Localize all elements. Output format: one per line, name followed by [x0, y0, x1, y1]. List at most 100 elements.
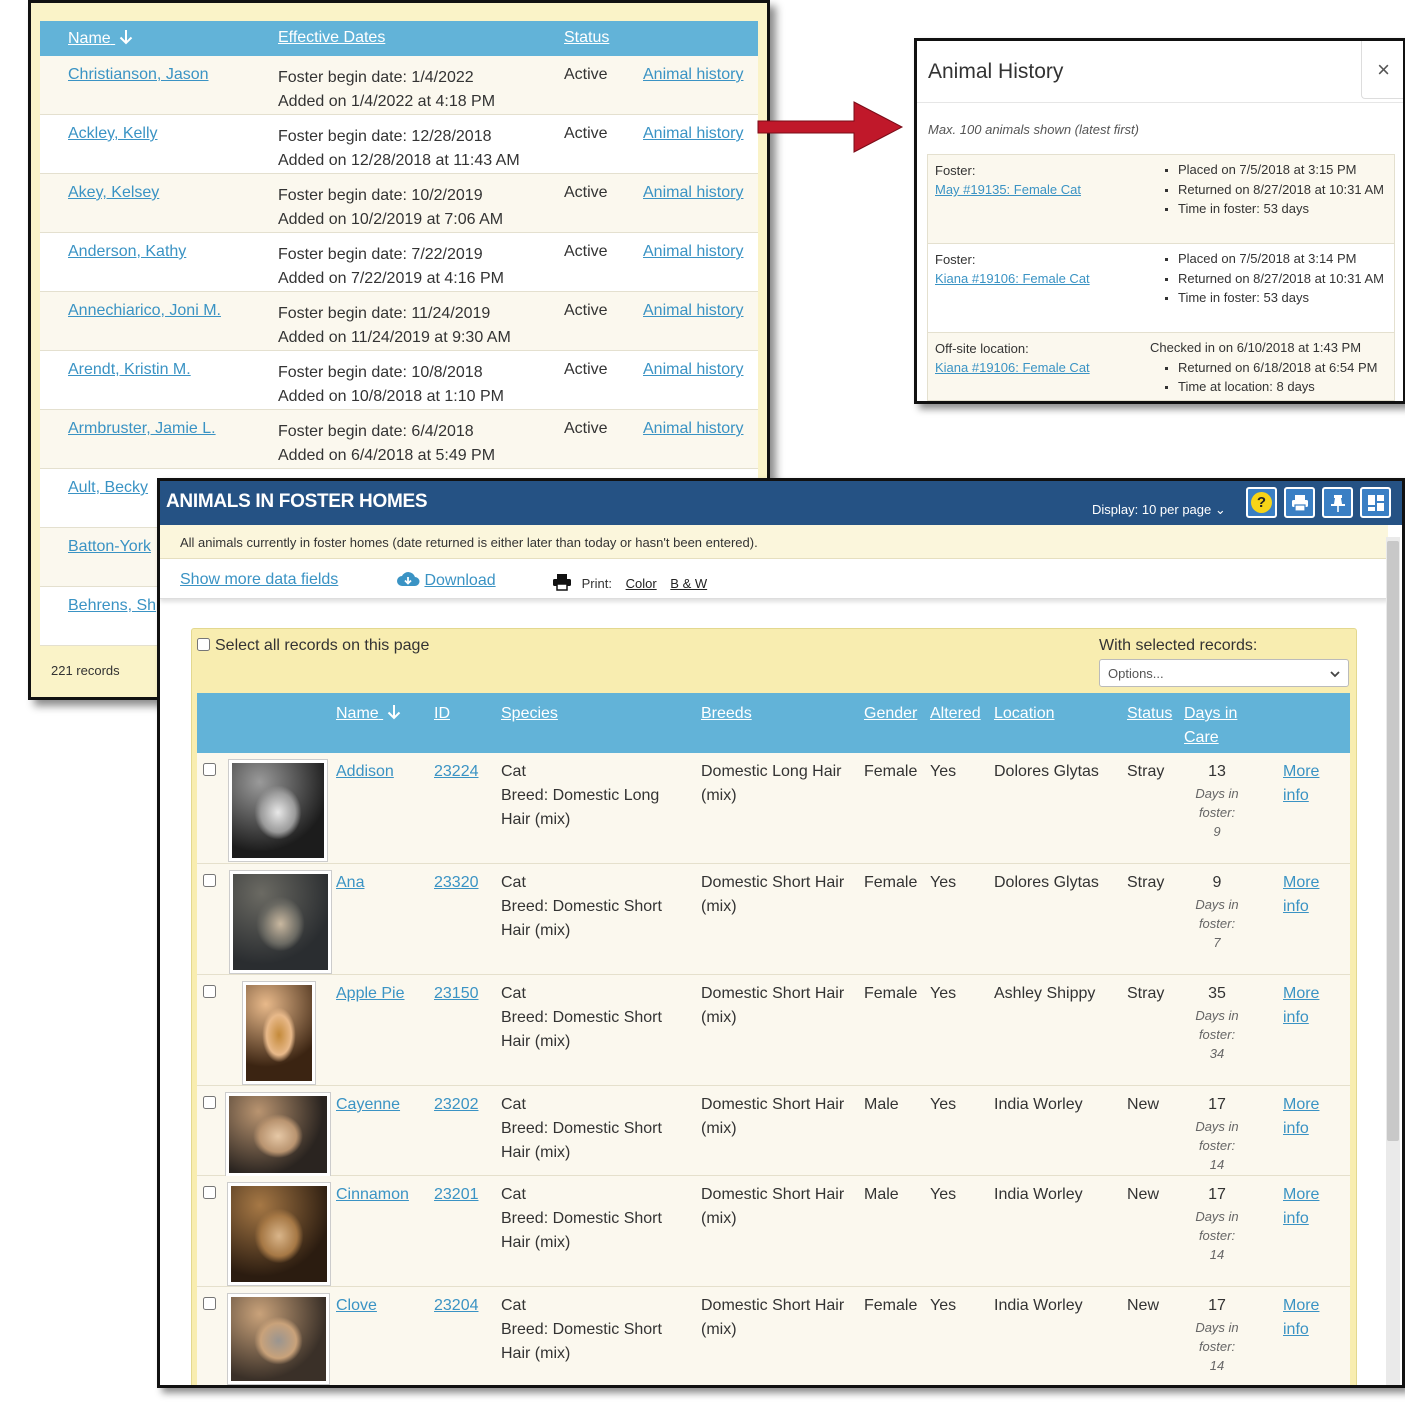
download-link[interactable]: Download — [396, 571, 496, 590]
days-in-care-value: 17 — [1208, 1297, 1226, 1314]
animal-id-link[interactable]: 23204 — [434, 1294, 479, 1318]
row-checkbox[interactable] — [203, 763, 216, 776]
column-header-status[interactable]: Status — [564, 29, 609, 47]
scrollbar-thumb[interactable] — [1387, 541, 1399, 1141]
breed-line: Hair (mix) — [501, 1345, 571, 1362]
foster-name-link[interactable]: Ackley, Kelly — [68, 125, 158, 143]
animal-name-link[interactable]: Addison — [336, 760, 394, 784]
help-button[interactable]: ? — [1246, 487, 1277, 518]
animal-link[interactable]: May #19135: Female Cat — [935, 182, 1081, 197]
animal-name-link[interactable]: Cinnamon — [336, 1183, 409, 1207]
animal-history-link[interactable]: Animal history — [643, 125, 743, 143]
breeds-cell: Domestic Short Hair (mix) — [701, 1183, 844, 1231]
row-checkbox[interactable] — [203, 1186, 216, 1199]
animal-history-link[interactable]: Animal history — [643, 243, 743, 261]
column-header-breeds[interactable]: Breeds — [701, 702, 752, 726]
row-checkbox[interactable] — [203, 1096, 216, 1109]
breed-line: Hair (mix) — [501, 1144, 571, 1161]
row-checkbox[interactable] — [203, 874, 216, 887]
breeds-cell: Domestic Short Hair (mix) — [701, 982, 844, 1030]
table-row: Clove 23204 Cat Breed: Domestic Short Hair (… — [197, 1287, 1350, 1385]
animal-name-link[interactable]: Ana — [336, 871, 364, 895]
species: Cat — [501, 1096, 526, 1113]
table-row: Ackley, Kelly Foster begin date: 12/28/20… — [40, 115, 758, 174]
animal-name-link[interactable]: Clove — [336, 1294, 377, 1318]
pin-button[interactable] — [1322, 487, 1353, 518]
days-in-foster-label: Days in foster: — [1195, 1119, 1239, 1153]
select-all-checkbox[interactable] — [197, 638, 210, 651]
more-info-link[interactable]: More info — [1283, 1093, 1319, 1141]
animal-id-link[interactable]: 23202 — [434, 1093, 479, 1117]
foster-name-link[interactable]: Batton-York — [68, 538, 151, 556]
animal-photo[interactable] — [227, 1182, 331, 1286]
column-header-status[interactable]: Status — [1127, 702, 1172, 726]
more-info-link[interactable]: More info — [1283, 871, 1319, 919]
effective-dates: Foster begin date: 7/22/2019 Added on 7/2… — [278, 243, 504, 291]
days-in-foster-label: Days in foster: — [1195, 897, 1239, 931]
animal-photo[interactable] — [228, 759, 328, 862]
column-header-name[interactable]: Name — [336, 702, 401, 728]
animal-id-link[interactable]: 23150 — [434, 982, 479, 1006]
animal-photo[interactable] — [227, 1293, 330, 1385]
foster-begin-date: Foster begin date: 11/24/2019 — [278, 305, 491, 322]
more-info-link[interactable]: More info — [1283, 760, 1319, 808]
foster-name-link[interactable]: Armbruster, Jamie L. — [68, 420, 216, 438]
show-more-fields-link[interactable]: Show more data fields — [180, 571, 338, 589]
animal-name-link[interactable]: Apple Pie — [336, 982, 405, 1006]
row-checkbox[interactable] — [203, 985, 216, 998]
display-per-page-dropdown[interactable]: Display: 10 per page ⌄ — [1092, 502, 1226, 518]
history-entries: Foster: May #19135: Female Cat Placed on 7… — [927, 154, 1395, 401]
print-icon — [1291, 495, 1308, 512]
foster-name-link[interactable]: Ault, Becky — [68, 479, 148, 497]
table-row: Armbruster, Jamie L. Foster begin date: 6… — [40, 410, 758, 469]
layout-button[interactable] — [1360, 487, 1391, 518]
column-header-altered[interactable]: Altered — [930, 702, 981, 726]
foster-name-link[interactable]: Annechiarico, Joni M. — [68, 302, 221, 320]
column-header-effective-dates[interactable]: Effective Dates — [278, 29, 385, 47]
vertical-scrollbar[interactable] — [1386, 537, 1400, 1385]
row-checkbox[interactable] — [203, 1297, 216, 1310]
animal-photo[interactable] — [242, 981, 316, 1085]
more-info-link[interactable]: More info — [1283, 1294, 1319, 1342]
more-info-link[interactable]: More info — [1283, 1183, 1319, 1231]
entry-details: Checked in on 6/10/2018 at 1:43 PM Return… — [1150, 338, 1390, 397]
select-all-control[interactable]: Select all records on this page — [197, 637, 429, 655]
animal-history-link[interactable]: Animal history — [643, 66, 743, 84]
animal-history-link[interactable]: Animal history — [643, 420, 743, 438]
animal-link[interactable]: Kiana #19106: Female Cat — [935, 360, 1090, 375]
foster-name-link[interactable]: Akey, Kelsey — [68, 184, 159, 202]
print-button[interactable] — [1284, 487, 1315, 518]
days-in-foster-label: Days in foster: — [1195, 786, 1239, 820]
animal-name-link[interactable]: Cayenne — [336, 1093, 400, 1117]
close-button[interactable]: × — [1361, 41, 1403, 99]
entry-item: Returned on 6/18/2018 at 6:54 PM — [1178, 358, 1390, 378]
animal-link[interactable]: Kiana #19106: Female Cat — [935, 271, 1090, 286]
print-color-link[interactable]: Color — [626, 576, 657, 591]
layout-icon — [1367, 495, 1384, 511]
animal-photo[interactable] — [229, 870, 332, 974]
column-header-name[interactable]: Name — [68, 29, 133, 50]
status: New — [1127, 1096, 1160, 1113]
animal-history-link[interactable]: Animal history — [643, 361, 743, 379]
print-bw-link[interactable]: B & W — [670, 576, 707, 591]
breed-mix: (mix) — [701, 1009, 737, 1026]
column-header-location[interactable]: Location — [994, 702, 1055, 726]
bulk-options-select[interactable]: Options... — [1099, 659, 1349, 687]
animal-history-link[interactable]: Animal history — [643, 184, 743, 202]
animal-id-link[interactable]: 23224 — [434, 760, 479, 784]
animal-photo[interactable] — [225, 1092, 331, 1177]
animal-id-link[interactable]: 23201 — [434, 1183, 479, 1207]
animal-id-link[interactable]: 23320 — [434, 871, 479, 895]
animal-history-link[interactable]: Animal history — [643, 302, 743, 320]
column-header-days-in-care[interactable]: Days in Care — [1184, 702, 1237, 750]
column-header-species[interactable]: Species — [501, 702, 558, 726]
column-header-gender[interactable]: Gender — [864, 702, 917, 726]
foster-name-link[interactable]: Arendt, Kristin M. — [68, 361, 191, 379]
foster-name-link[interactable]: Christianson, Jason — [68, 66, 209, 84]
column-header-id[interactable]: ID — [434, 702, 450, 726]
download-label[interactable]: Download — [424, 572, 495, 589]
foster-name-link[interactable]: Behrens, Sh — [68, 597, 156, 615]
foster-status: Active — [564, 243, 608, 260]
foster-name-link[interactable]: Anderson, Kathy — [68, 243, 186, 261]
more-info-link[interactable]: More info — [1283, 982, 1319, 1030]
